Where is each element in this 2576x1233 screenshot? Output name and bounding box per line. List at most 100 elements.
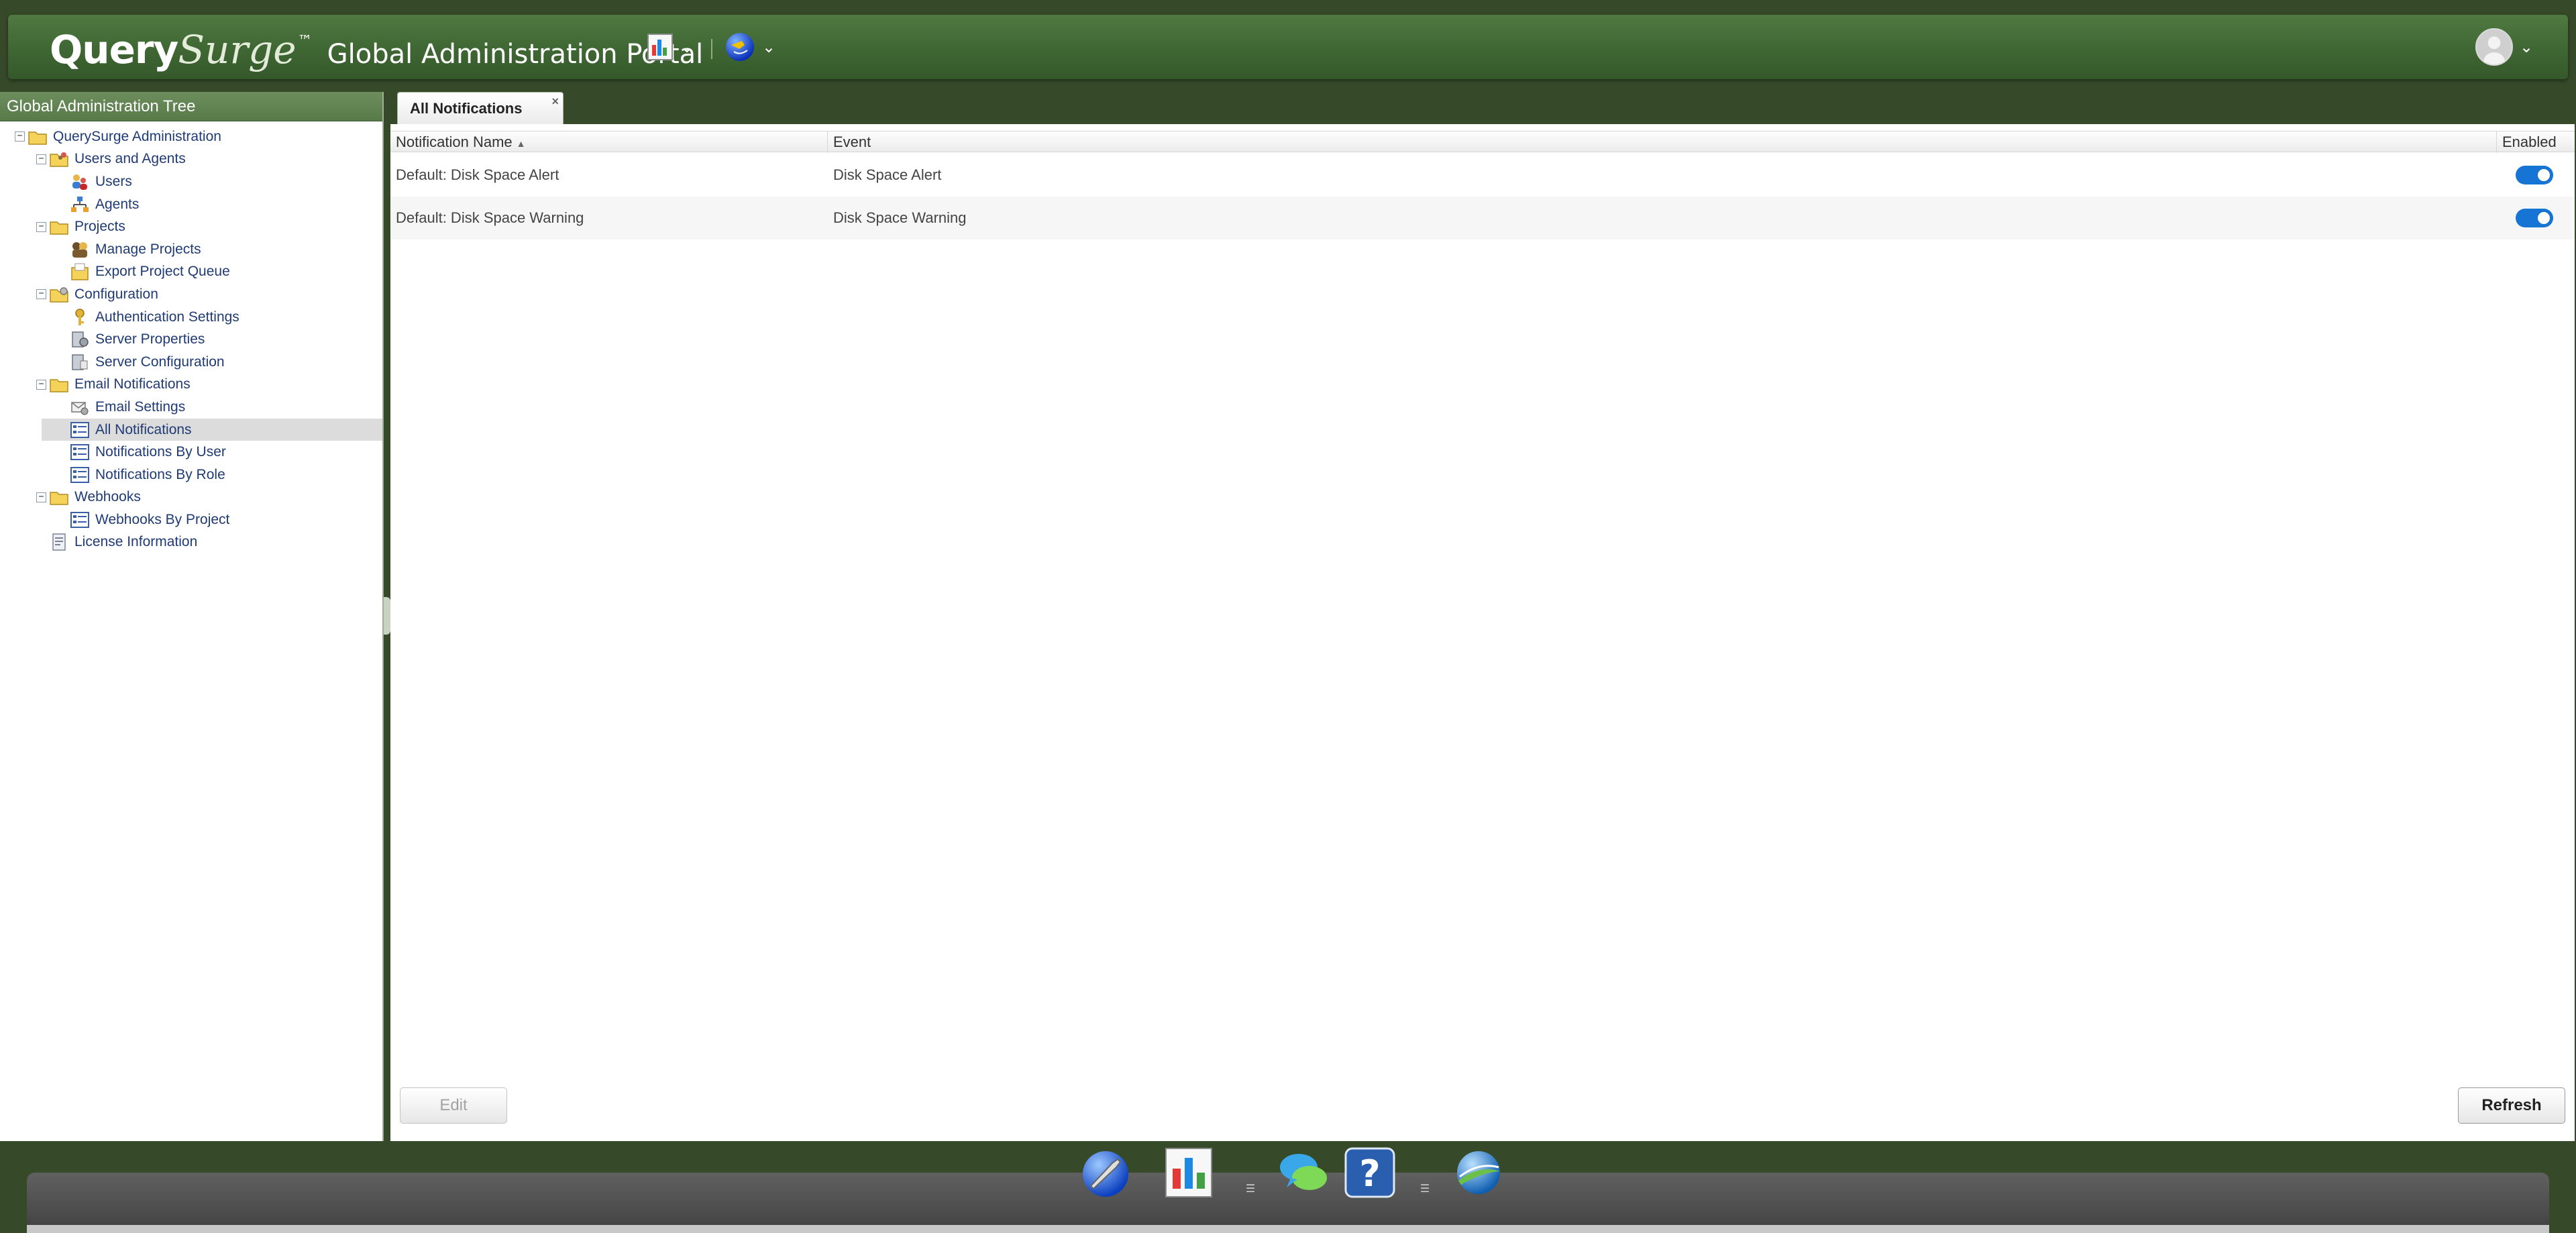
notification-name-cell: Default: Disk Space Warning <box>396 209 584 226</box>
help-question-icon[interactable]: ? <box>1342 1144 1398 1201</box>
globe-menu-icon <box>726 33 754 61</box>
tree-node-label: Webhooks By Project <box>95 511 230 527</box>
server-config-icon <box>70 353 90 372</box>
tree-node-projects[interactable]: − Projects <box>0 215 382 238</box>
folder-users-icon <box>49 150 69 168</box>
dashboard-menu-button[interactable]: ⌄ <box>647 30 694 64</box>
admin-globe-wrench-icon[interactable] <box>1077 1144 1134 1201</box>
chat-bubbles-icon[interactable] <box>1275 1144 1331 1201</box>
event-cell: Disk Space Warning <box>833 209 967 226</box>
user-menu-button[interactable]: ⌄ <box>2475 28 2534 66</box>
edit-button[interactable]: Edit <box>400 1087 507 1124</box>
tree-node-server-configuration[interactable]: Server Configuration <box>0 351 382 374</box>
tree-node-configuration[interactable]: − Configuration <box>0 283 382 306</box>
folder-icon <box>28 127 48 146</box>
globe-menu-button[interactable]: ⌄ <box>724 30 775 64</box>
list-icon <box>70 443 90 462</box>
list-icon <box>70 466 90 484</box>
header-separator <box>711 39 712 59</box>
tree-node-label: Export Project Queue <box>95 264 230 280</box>
tree-node-authentication-settings[interactable]: Authentication Settings <box>0 306 382 329</box>
export-queue-icon <box>70 262 90 281</box>
tree-node-webhooks[interactable]: − Webhooks <box>0 486 382 509</box>
tree-node-label: License Information <box>74 534 198 550</box>
tree-collapse-toggle[interactable]: − <box>36 492 46 502</box>
key-icon <box>70 308 90 327</box>
column-header-event[interactable]: Event <box>828 131 2497 153</box>
chevron-down-icon: ⌄ <box>680 38 694 56</box>
tree-node-manage-projects[interactable]: Manage Projects <box>0 238 382 261</box>
admin-tree-panel: Global Administration Tree − QuerySurge … <box>0 92 384 1141</box>
tree-collapse-toggle[interactable]: − <box>36 379 46 390</box>
admin-tree-title: Global Administration Tree <box>0 92 382 121</box>
table-row[interactable]: Default: Disk Space Alert Disk Space Ale… <box>390 154 2575 197</box>
notification-name-cell: Default: Disk Space Alert <box>396 166 559 183</box>
tree-node-label: Notifications By User <box>95 444 226 460</box>
tree-node-label: Notifications By Role <box>95 466 225 482</box>
tree-node-label: Users and Agents <box>74 151 186 167</box>
folder-icon <box>49 375 69 394</box>
tab-bar: All Notifications × <box>390 92 2576 124</box>
admin-tree: − QuerySurge Administration − Users and … <box>0 121 382 553</box>
logo-trademark: ™ <box>297 33 313 50</box>
tree-node-email-notifications[interactable]: − Email Notifications <box>0 374 382 396</box>
license-document-icon <box>49 533 69 551</box>
tree-node-email-settings[interactable]: Email Settings <box>0 396 382 419</box>
folder-icon <box>49 488 69 506</box>
collapse-panel-handle[interactable] <box>384 597 390 635</box>
chevron-down-icon: ⌄ <box>2520 38 2534 56</box>
tree-collapse-toggle[interactable]: − <box>36 289 46 300</box>
dock-separator: ☰ <box>1245 1183 1256 1195</box>
tree-node-label: All Notifications <box>95 421 192 437</box>
users-icon <box>70 172 90 191</box>
folder-icon <box>49 217 69 236</box>
tree-node-webhooks-by-project[interactable]: Webhooks By Project <box>0 508 382 531</box>
tree-node-export-project-queue[interactable]: Export Project Queue <box>0 261 382 284</box>
column-header-enabled[interactable]: Enabled <box>2497 131 2575 153</box>
logo-surge-text: Surge <box>178 27 297 72</box>
tree-node-label: Users <box>95 173 132 189</box>
grid-header: Notification Name ▲ Event Enabled <box>390 131 2575 153</box>
querysurge-globe-icon[interactable] <box>1450 1144 1507 1201</box>
enabled-toggle[interactable] <box>2516 209 2553 227</box>
tree-node-label: Projects <box>74 219 125 235</box>
tree-node-users-and-agents[interactable]: − Users and Agents <box>0 148 382 171</box>
tree-collapse-toggle[interactable]: − <box>36 154 46 164</box>
tree-collapse-toggle[interactable]: − <box>15 131 25 142</box>
tree-node-label: Server Configuration <box>95 354 225 370</box>
tree-node-server-properties[interactable]: Server Properties <box>0 328 382 351</box>
list-icon <box>70 421 90 439</box>
tree-node-agents[interactable]: Agents <box>0 193 382 216</box>
tree-node-label: Agents <box>95 196 140 212</box>
server-properties-icon <box>70 330 90 349</box>
svg-text:?: ? <box>1359 1152 1380 1195</box>
manage-projects-icon <box>70 240 90 259</box>
tree-node-label: Authentication Settings <box>95 309 239 325</box>
sort-ascending-icon: ▲ <box>516 138 526 149</box>
table-row[interactable]: Default: Disk Space Warning Disk Space W… <box>390 197 2575 239</box>
enabled-toggle[interactable] <box>2516 166 2553 184</box>
dock-base <box>27 1225 2549 1233</box>
column-header-notification-name[interactable]: Notification Name ▲ <box>390 131 828 153</box>
tree-node-notifications-by-user[interactable]: Notifications By User <box>0 441 382 464</box>
tree-node-querysurge-administration[interactable]: − QuerySurge Administration <box>0 125 382 148</box>
tree-node-notifications-by-role[interactable]: Notifications By Role <box>0 464 382 486</box>
dashboard-chart-icon[interactable] <box>1161 1144 1217 1201</box>
tree-node-users[interactable]: Users <box>0 170 382 193</box>
tree-node-label: Webhooks <box>74 489 141 505</box>
folder-config-icon <box>49 285 69 304</box>
close-icon[interactable]: × <box>551 95 559 107</box>
email-settings-icon <box>70 398 90 417</box>
chevron-down-icon: ⌄ <box>762 38 776 56</box>
list-icon <box>70 511 90 529</box>
tree-node-label: Configuration <box>74 286 158 302</box>
refresh-button[interactable]: Refresh <box>2458 1087 2565 1124</box>
agents-icon <box>70 195 90 214</box>
tree-collapse-toggle[interactable]: − <box>36 221 46 232</box>
notifications-panel: Notification Name ▲ Event Enabled Default… <box>390 124 2575 1141</box>
tree-node-all-notifications[interactable]: All Notifications <box>42 418 382 441</box>
dashboard-menu-icon <box>647 34 673 60</box>
event-cell: Disk Space Alert <box>833 166 942 183</box>
tree-node-license-information[interactable]: License Information <box>0 531 382 554</box>
tab-all-notifications[interactable]: All Notifications × <box>397 92 564 124</box>
